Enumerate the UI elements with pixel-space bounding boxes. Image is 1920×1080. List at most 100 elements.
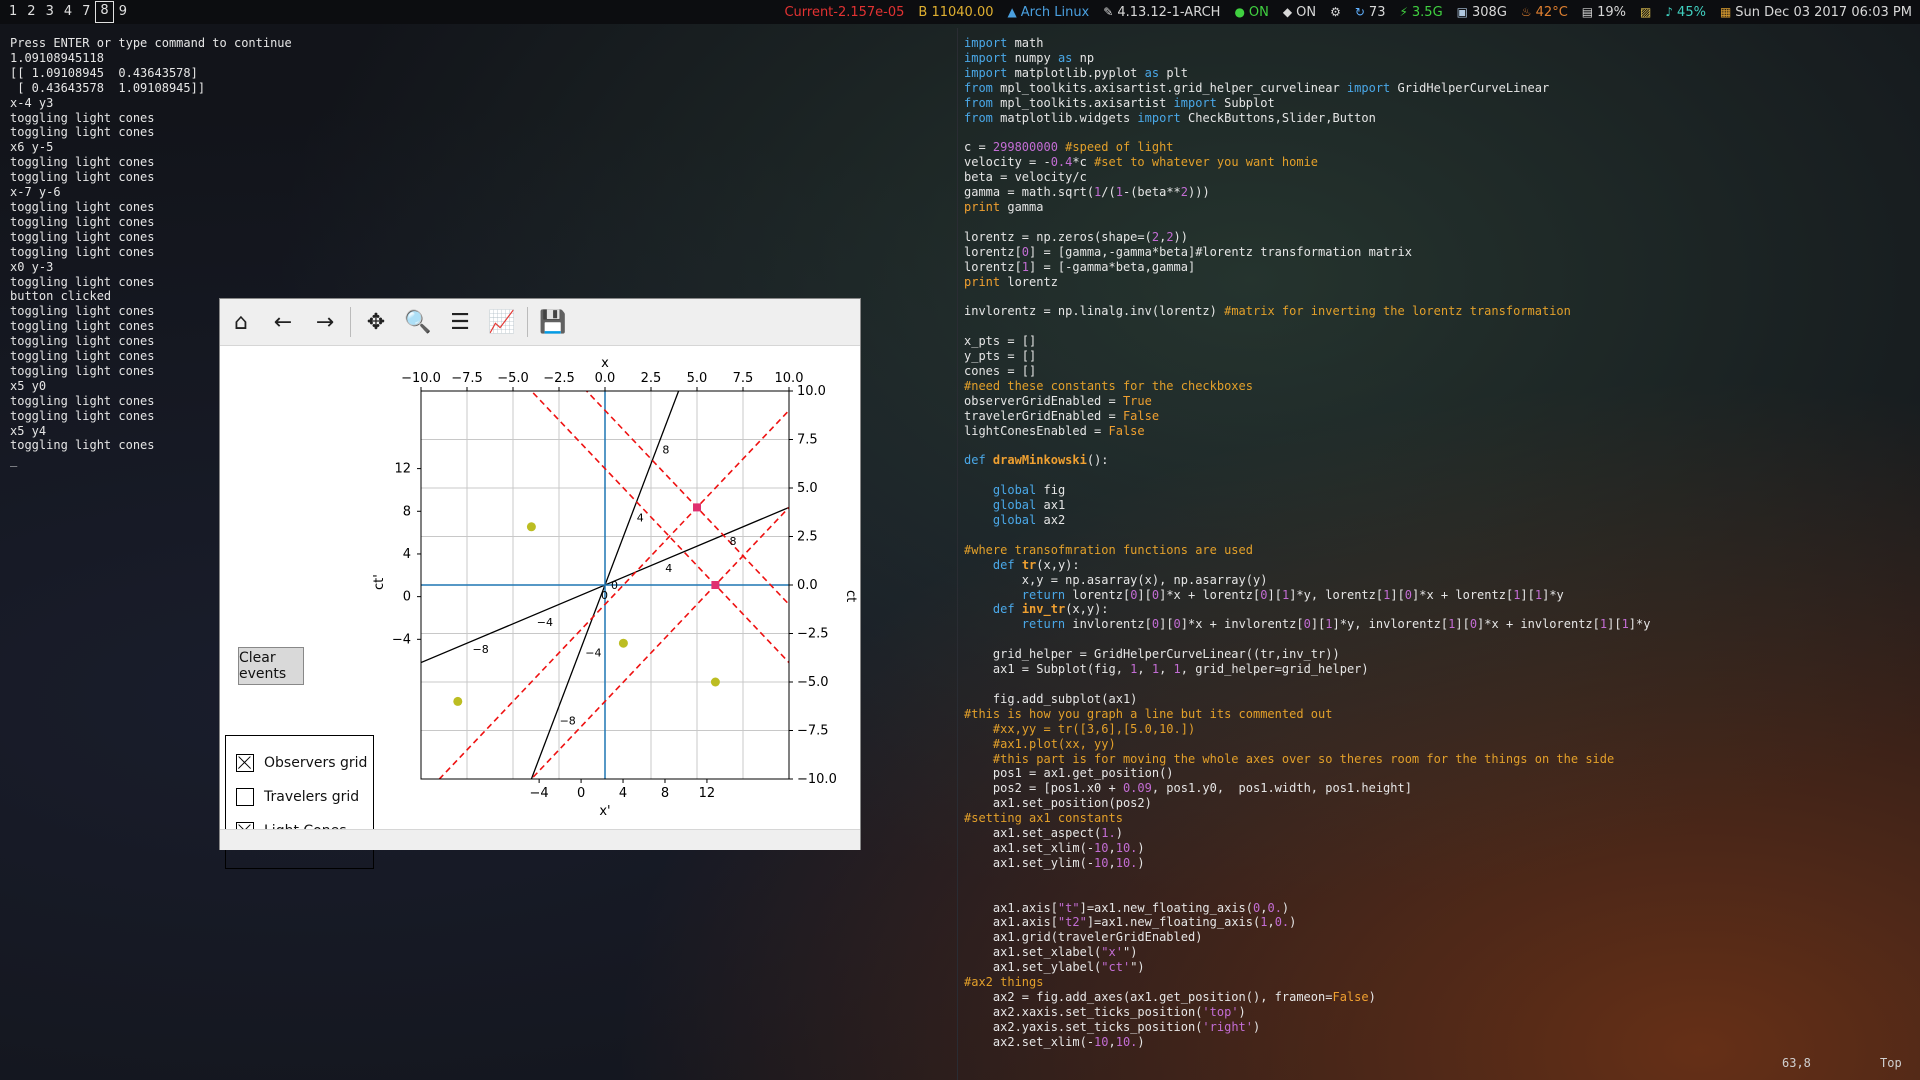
code-line: def inv_tr(x,y): bbox=[992, 602, 1109, 617]
figure-canvas[interactable]: 8 8 4 4 0 0 −4 −4 −8 −8 −10.0 −7.5 −5.0 −2.5 0.0 2.5 5.0… bbox=[220, 345, 860, 869]
code-line: lorentz[0] = [gamma,-gamma*beta]#lorentz… bbox=[964, 244, 1412, 259]
code-line: ax1.set_position(pos2) bbox=[964, 796, 1152, 811]
code-line: lorentz = np.zeros(shape=(2,2)) bbox=[964, 229, 1188, 244]
terminal-line: toggling light cones bbox=[10, 155, 155, 170]
vim-editor[interactable]: import math import numpy as np import matp… bbox=[964, 36, 1914, 1056]
code-line: ax1.set_xlim(-10,10.) bbox=[964, 840, 1145, 855]
vpn-value: ON bbox=[1296, 4, 1317, 20]
checkbox-box[interactable] bbox=[236, 754, 254, 772]
checkbox-box[interactable] bbox=[236, 788, 254, 806]
forward-arrow-icon[interactable]: → bbox=[304, 301, 346, 343]
wrench-icon: ✎ bbox=[1103, 5, 1114, 19]
boosted-t-tick-label: −8 bbox=[560, 714, 576, 727]
right-tick-label: 7.5 bbox=[797, 433, 818, 448]
code-line: ax2.set_xlim(-10,10.) bbox=[964, 1034, 1145, 1049]
workspace-3[interactable]: 3 bbox=[41, 2, 59, 22]
refresh-icon: ↻ bbox=[1354, 5, 1365, 19]
code-line: ax2 = fig.add_axes(ax1.get_position(), f… bbox=[964, 990, 1376, 1004]
current-value: Current-2.157e-05 bbox=[784, 4, 905, 20]
right-tick-label: −2.5 bbox=[797, 627, 829, 642]
workspace-7[interactable]: 7 bbox=[77, 2, 95, 22]
code-line: ax1.axis["t2"]=ax1.new_floating_axis(1,0… bbox=[964, 915, 1297, 930]
boosted-t-tick-label: −4 bbox=[585, 647, 601, 660]
workspace-8[interactable]: 8 bbox=[95, 1, 114, 23]
right-tick-label: 5.0 bbox=[797, 481, 818, 496]
distro-readout: ▲ Arch Linux bbox=[1008, 5, 1090, 20]
code-line: ax2.xaxis.set_ticks_position('top') bbox=[964, 1004, 1246, 1019]
checkbox-observers-grid[interactable]: Observers grid bbox=[236, 754, 367, 772]
code-line: #where transofmration functions are used bbox=[964, 542, 1253, 557]
checkbox-travelers-grid[interactable]: Travelers grid bbox=[236, 788, 359, 806]
back-arrow-icon[interactable]: ← bbox=[262, 301, 304, 343]
workspace-2[interactable]: 2 bbox=[22, 2, 40, 22]
music-note-icon: ♪ bbox=[1665, 5, 1674, 19]
edit-axes-icon[interactable]: 📈 bbox=[481, 301, 523, 343]
cpu-value: 19% bbox=[1597, 4, 1627, 20]
kernel-value: 4.13.12-1-ARCH bbox=[1117, 4, 1221, 20]
figure-toolbar: ⌂ ← → ✥ 🔍 ☰ 📈 💾 bbox=[220, 299, 860, 346]
top-tick-label: −7.5 bbox=[451, 371, 483, 386]
terminal-line: x6 y-5 bbox=[10, 140, 54, 155]
terminal-line: toggling light cones bbox=[10, 199, 155, 214]
workspace-4[interactable]: 4 bbox=[59, 2, 77, 22]
clear-events-button[interactable]: Clear events bbox=[238, 647, 304, 685]
code-line: grid_helper = GridHelperCurveLinear((tr,… bbox=[964, 647, 1340, 662]
code-line: #ax1.plot(xx, yy) bbox=[964, 736, 1116, 751]
calendar-icon: ▦ bbox=[1719, 5, 1732, 19]
workspace-1[interactable]: 1 bbox=[4, 2, 22, 22]
wifi-value: ON bbox=[1248, 4, 1269, 20]
code-line: cones = [] bbox=[964, 363, 1037, 378]
terminal-line: toggling light cones bbox=[10, 244, 155, 259]
top-tick-label: 0.0 bbox=[595, 371, 616, 386]
terminal-line: toggling light cones bbox=[10, 170, 155, 185]
right-tick-label: 0.0 bbox=[797, 578, 818, 593]
boosted-x-tick-label: −4 bbox=[537, 616, 553, 629]
code-line: #need these constants for the checkboxes bbox=[964, 378, 1253, 393]
matplotlib-window[interactable]: ⌂ ← → ✥ 🔍 ☰ 📈 💾 8 8 4 4 0 0 −4 −4 −8 −8 −10.0 −7.5 −5.0 −2.5… bbox=[219, 298, 861, 869]
boosted-x-tick-label: 8 bbox=[729, 535, 736, 548]
home-icon[interactable]: ⌂ bbox=[220, 301, 262, 343]
code-line: print lorentz bbox=[964, 274, 1058, 289]
pane-divider[interactable] bbox=[957, 28, 958, 1080]
terminal-line: 1.09108945118 bbox=[10, 50, 104, 65]
bottom-tick-label: −4 bbox=[530, 786, 549, 801]
left-tick-label: 0 bbox=[403, 590, 411, 605]
pan-icon[interactable]: ✥ bbox=[355, 301, 397, 343]
code-line: #this is how you graph a line but its co… bbox=[964, 706, 1333, 721]
configure-subplots-icon[interactable]: ☰ bbox=[439, 301, 481, 343]
updates-readout: ↻ 73 bbox=[1355, 5, 1386, 20]
code-line: #ax2 things bbox=[964, 975, 1044, 990]
terminal-line: toggling light cones bbox=[10, 110, 155, 125]
zoom-icon[interactable]: 🔍 bbox=[397, 301, 439, 343]
event-point bbox=[526, 522, 536, 532]
code-line: global ax1 bbox=[992, 498, 1066, 513]
code-line: return lorentz[0][0]*x + lorentz[0][1]*y… bbox=[1021, 587, 1564, 602]
memory-value: 3.5G bbox=[1411, 4, 1443, 20]
top-axis-label: x bbox=[601, 356, 609, 371]
code-line: ax1.axis["t"]=ax1.new_floating_axis(0,0.… bbox=[964, 900, 1290, 915]
code-line: global ax2 bbox=[992, 513, 1066, 527]
terminal-line: Press ENTER or type command to continue bbox=[10, 36, 292, 50]
top-tick-label: −10.0 bbox=[401, 371, 441, 386]
settings-readout: ⚙ bbox=[1330, 5, 1341, 19]
flame-icon: ♨ bbox=[1520, 5, 1532, 19]
save-icon[interactable]: 💾 bbox=[532, 301, 574, 343]
code-line: lightConesEnabled = False bbox=[964, 423, 1145, 438]
arch-icon: ▲ bbox=[1007, 5, 1017, 19]
workspace-9[interactable]: 9 bbox=[114, 2, 132, 22]
checkbox-label: Travelers grid bbox=[264, 789, 360, 805]
code-line: ax1.grid(travelerGridEnabled) bbox=[964, 930, 1203, 945]
code-line: #setting ax1 constants bbox=[964, 811, 1123, 826]
code-line: import math bbox=[964, 36, 1044, 50]
wifi-readout: ● ON bbox=[1234, 5, 1268, 20]
distro-value: Arch Linux bbox=[1020, 4, 1090, 20]
code-line: gamma = math.sqrt(1/(1-(beta**2))) bbox=[964, 185, 1210, 200]
bottom-tick-label: 8 bbox=[661, 786, 669, 801]
right-tick-label: −7.5 bbox=[797, 724, 829, 739]
